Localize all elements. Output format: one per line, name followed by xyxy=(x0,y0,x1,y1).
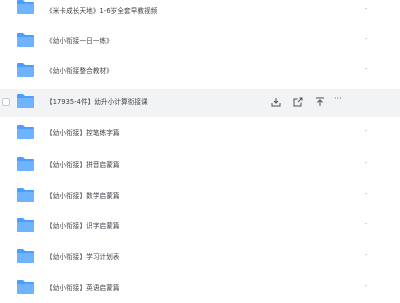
modified-time: - xyxy=(364,35,367,43)
file-row[interactable]: 【幼小衔接】控笔练字篇 - xyxy=(0,120,400,148)
pin-to-top-icon[interactable] xyxy=(314,96,326,108)
file-row[interactable]: 《米卡成长天地》1-6岁全套早教视频 - xyxy=(0,0,400,28)
modified-time: - xyxy=(364,282,367,290)
row-checkbox[interactable] xyxy=(2,98,10,106)
file-name[interactable]: 【幼小衔接】识字启蒙篇 xyxy=(46,220,120,230)
file-row[interactable]: 《幼小衔接一日一练》 - xyxy=(0,28,400,56)
modified-time: - xyxy=(364,251,367,259)
file-row[interactable]: 【幼小衔接】学习计划表 - xyxy=(0,244,400,272)
file-name[interactable]: 《米卡成长天地》1-6岁全套早教视频 xyxy=(46,5,157,15)
file-name[interactable]: 【幼小衔接】数学启蒙篇 xyxy=(46,190,120,200)
file-row[interactable]: 【幼小衔接】识字启蒙篇 - xyxy=(0,213,400,241)
folder-icon xyxy=(17,188,34,202)
file-name[interactable]: 【幼小衔接】英语启蒙篇 xyxy=(46,282,120,292)
folder-icon xyxy=(17,157,34,171)
file-row-hovered[interactable]: 【17935-4件】幼升小计算衔接课 ··· xyxy=(0,89,400,117)
file-name[interactable]: 【幼小衔接】拼音启蒙篇 xyxy=(46,159,120,169)
folder-icon xyxy=(17,63,34,77)
folder-icon xyxy=(17,249,34,263)
file-row[interactable]: 《幼小衔接整合教材》 - xyxy=(0,58,400,86)
folder-icon xyxy=(17,218,34,232)
folder-icon xyxy=(17,0,34,14)
modified-time: - xyxy=(364,5,367,13)
modified-time: - xyxy=(364,65,367,73)
share-icon[interactable] xyxy=(292,96,304,108)
modified-time: - xyxy=(364,190,367,198)
file-row[interactable]: 【幼小衔接】拼音启蒙篇 - xyxy=(0,152,400,180)
folder-icon xyxy=(17,125,34,139)
file-row[interactable]: 【幼小衔接】数学启蒙篇 - xyxy=(0,183,400,211)
file-list: 《米卡成长天地》1-6岁全套早教视频 - 《幼小衔接一日一练》 - 《幼小衔接整… xyxy=(0,0,400,299)
file-name[interactable]: 【幼小衔接】学习计划表 xyxy=(46,251,120,261)
modified-time: - xyxy=(364,159,367,167)
folder-icon xyxy=(17,94,34,108)
folder-icon xyxy=(17,33,34,47)
folder-icon xyxy=(17,280,34,294)
modified-time: - xyxy=(364,127,367,135)
modified-time: - xyxy=(364,220,367,228)
file-name[interactable]: 《幼小衔接一日一练》 xyxy=(46,35,113,45)
file-name[interactable]: 【幼小衔接】控笔练字篇 xyxy=(46,127,120,137)
more-icon[interactable]: ··· xyxy=(334,94,348,106)
download-icon[interactable] xyxy=(270,96,282,108)
file-name[interactable]: 《幼小衔接整合教材》 xyxy=(46,65,113,75)
file-name[interactable]: 【17935-4件】幼升小计算衔接课 xyxy=(46,96,148,106)
